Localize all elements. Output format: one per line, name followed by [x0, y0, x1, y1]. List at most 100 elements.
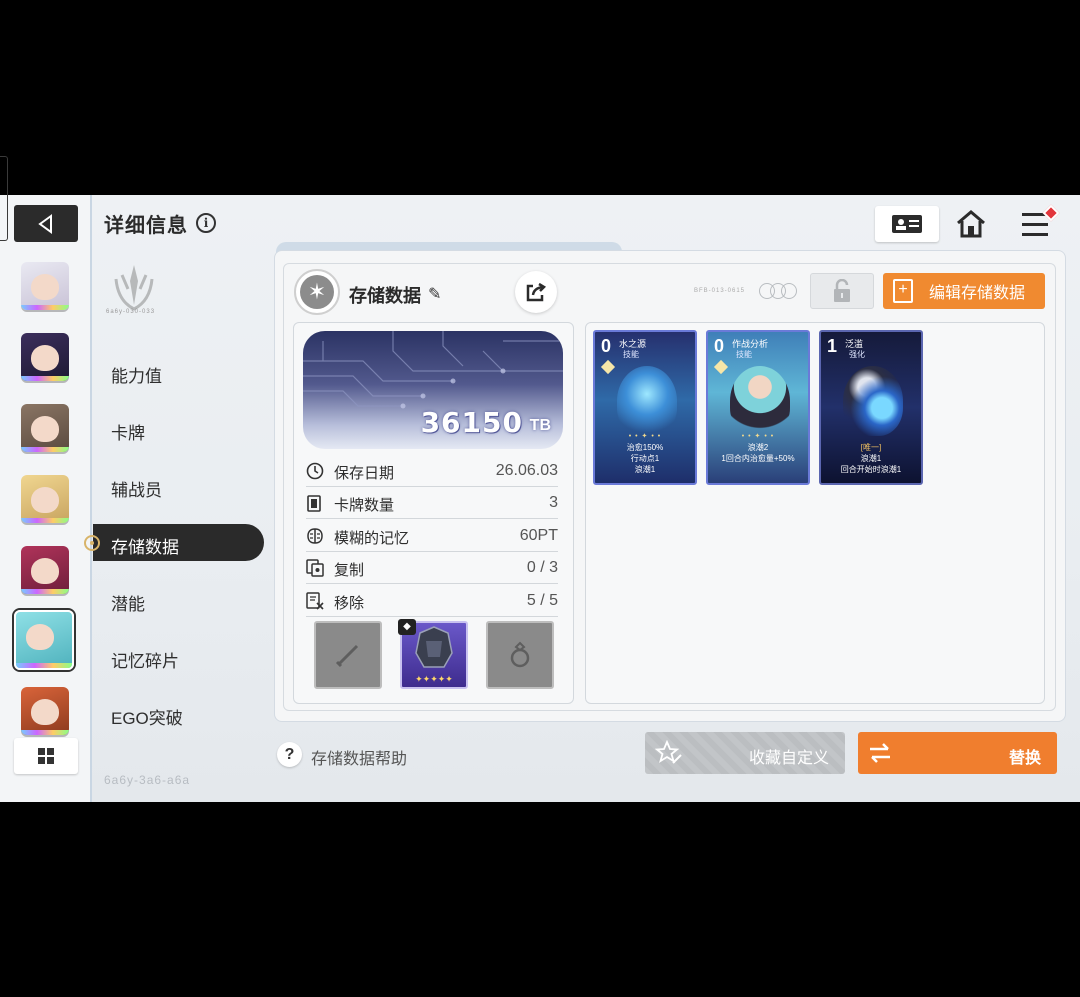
- footer-code: 6a6y-3a6-a6a: [104, 773, 191, 787]
- card-art: [843, 366, 903, 436]
- active-indicator-icon: [84, 535, 100, 551]
- menu-item-potential[interactable]: 潜能: [111, 590, 145, 615]
- card-stars: • • ✦ • •: [628, 433, 662, 440]
- avatar-face: [26, 624, 54, 650]
- replace-label: 替换: [1008, 750, 1041, 767]
- card-combat-analysis[interactable]: 0 作战分析 技能 • • ✦ • • 浪潮2 1回合内治愈量+50%: [706, 330, 810, 485]
- grid-icon: [38, 748, 54, 764]
- menu-item-support[interactable]: 辅战员: [111, 476, 162, 501]
- profile-card-button[interactable]: [875, 206, 939, 242]
- rename-pencil-icon[interactable]: ✎: [428, 284, 441, 304]
- menu-item-stats[interactable]: 能力值: [111, 362, 162, 387]
- character-sidebar: [0, 195, 92, 802]
- stat-row-save-date: 保存日期 26.06.03: [306, 455, 558, 487]
- edit-save-data-button[interactable]: + 编辑存储数据: [883, 273, 1045, 309]
- character-avatar-4[interactable]: [21, 475, 69, 523]
- help-link[interactable]: 存储数据帮助: [311, 745, 407, 769]
- armor-slot-badge-icon: ◆: [398, 619, 416, 635]
- character-avatar-7[interactable]: [21, 687, 69, 735]
- home-icon: [957, 210, 985, 238]
- ring-icon: [510, 641, 530, 668]
- faction-emblem-icon: [114, 265, 154, 311]
- stat-value: 0 / 3: [526, 559, 558, 576]
- character-avatar-2[interactable]: [21, 333, 69, 381]
- card-desc-line: 1回合内治愈量+50%: [721, 454, 795, 463]
- equip-slot-weapon[interactable]: [314, 621, 382, 689]
- stat-value: 5 / 5: [526, 592, 558, 609]
- character-avatar-3[interactable]: [21, 404, 69, 452]
- hamburger-line: [1022, 223, 1048, 226]
- menu-item-memory-fragments[interactable]: 记忆碎片: [111, 647, 179, 672]
- share-button[interactable]: [515, 271, 557, 313]
- replace-button[interactable]: 替换: [858, 732, 1057, 774]
- character-avatar-1[interactable]: [21, 262, 69, 310]
- menu-item-cards[interactable]: 卡牌: [111, 419, 145, 444]
- rarity-bar: [21, 730, 69, 735]
- unlock-icon: [834, 279, 850, 302]
- rarity-bar: [16, 663, 72, 668]
- card-type: 技能: [736, 350, 752, 359]
- brain-icon: [307, 528, 323, 544]
- avatar-face: [31, 345, 59, 371]
- grid-view-button[interactable]: [14, 738, 78, 774]
- favorite-custom-button[interactable]: 收藏自定义: [645, 732, 845, 774]
- game-screen: 详细信息 i 6a6y-030-033 能力值 卡牌 辅战员 存储数据 潜能 记…: [0, 195, 1080, 802]
- save-data-title: 存储数据: [349, 286, 421, 306]
- stat-row-vague-memory: 模糊的记忆 60PT: [306, 520, 558, 552]
- card-type: 强化: [849, 350, 865, 359]
- back-button[interactable]: [14, 205, 78, 242]
- stat-row-remove: 移除 5 / 5: [306, 585, 558, 617]
- rarity-bar: [21, 305, 69, 310]
- card-art: [617, 366, 677, 436]
- card-water-source[interactable]: 0 水之源 技能 • • ✦ • • 治愈150% 行动点1 浪潮1: [593, 330, 697, 485]
- card-desc-line: 回合开始时浪潮1: [840, 465, 902, 474]
- back-arrow-icon: [38, 213, 52, 234]
- character-avatar-selected[interactable]: [14, 610, 74, 670]
- system-edge-handle[interactable]: [0, 156, 8, 241]
- card-desc-line: 行动点1: [630, 454, 660, 463]
- card-desc-line: 浪潮1: [634, 465, 656, 474]
- share-icon: [526, 282, 547, 302]
- card-flood[interactable]: 1 泛滥 强化 [唯一] 浪潮1 回合开始时浪潮1: [819, 330, 923, 485]
- info-icon[interactable]: i: [196, 213, 216, 233]
- card-type: 技能: [623, 350, 639, 359]
- card-art: [730, 366, 790, 436]
- rarity-bar: [21, 518, 69, 523]
- stat-row-card-count: 卡牌数量 3: [306, 487, 558, 519]
- clock-icon: [306, 462, 324, 480]
- equip-slot-ring[interactable]: [486, 621, 554, 689]
- rarity-bar: [21, 447, 69, 452]
- character-avatar-5[interactable]: [21, 546, 69, 594]
- capacity-banner: 36150 TB: [303, 331, 563, 449]
- stat-value: 26.06.03: [495, 462, 558, 479]
- stat-label: 复制: [334, 562, 365, 579]
- stat-label: 卡牌数量: [334, 497, 395, 514]
- swap-arrows-icon: [870, 743, 890, 763]
- rarity-bar: [21, 589, 69, 594]
- tiny-code-text: BFB-013-0615: [694, 288, 746, 294]
- copy-icon: [306, 559, 324, 577]
- card-description: 治愈150% 行动点1 浪潮1: [595, 442, 695, 475]
- home-button[interactable]: [952, 207, 990, 241]
- emblem-caption: 6a6y-030-033: [106, 309, 156, 315]
- capacity-value: 36150: [420, 406, 523, 439]
- card-desc-line: [唯一]: [860, 443, 882, 452]
- rings-decoration-icon: [759, 281, 799, 301]
- edit-save-data-label: 编辑存储数据: [929, 285, 1026, 302]
- stat-value: 3: [549, 494, 558, 511]
- stat-label: 保存日期: [334, 465, 395, 482]
- menu-item-label-active: 存储数据: [111, 538, 179, 557]
- hamburger-line: [1022, 233, 1048, 236]
- help-icon[interactable]: ?: [277, 742, 302, 767]
- lock-button[interactable]: [810, 273, 874, 309]
- avatar-face: [31, 274, 59, 300]
- stat-label: 移除: [334, 595, 365, 612]
- capacity-unit: TB: [529, 417, 551, 434]
- rarity-bar: [21, 376, 69, 381]
- stat-row-copy: 复制 0 / 3: [306, 552, 558, 584]
- page-title: 详细信息: [104, 215, 188, 237]
- card-cost: 1: [827, 336, 838, 356]
- stat-label: 模糊的记忆: [334, 530, 410, 547]
- sparkle-icon: [600, 359, 616, 375]
- menu-item-ego-breakthrough[interactable]: EGO突破: [111, 704, 183, 729]
